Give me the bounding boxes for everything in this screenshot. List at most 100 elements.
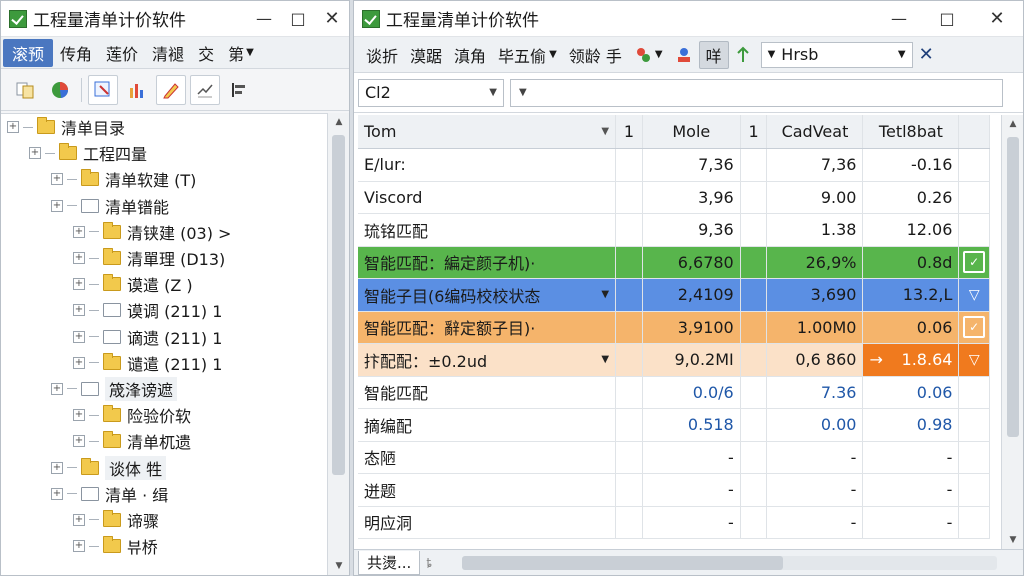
spacer-cell[interactable] (741, 214, 768, 246)
tree-scroll-thumb[interactable] (332, 135, 345, 475)
tree-node[interactable]: + 清单杌遗 (1, 428, 327, 454)
menu-item-1[interactable]: 传角 (53, 39, 99, 67)
total-cell[interactable]: 0.26 (863, 181, 960, 213)
spacer-cell[interactable] (616, 279, 643, 311)
bar-chart-icon[interactable] (122, 75, 152, 105)
toolbar-item-3[interactable]: 毕五偷 ▼ (492, 41, 563, 69)
spacer-cell[interactable] (741, 181, 768, 213)
expand-status-icon[interactable]: ▽ (959, 279, 990, 311)
total-cell[interactable]: - (863, 474, 960, 506)
item-name-cell[interactable]: 抃配配：±0.2ud ▼ (358, 344, 617, 376)
expand-toggle-icon[interactable]: + (73, 409, 85, 422)
tree-node[interactable]: + 谟调 (211) 1 (1, 297, 327, 323)
column-header[interactable]: Tom ▼ (358, 115, 617, 148)
spacer-cell[interactable] (616, 181, 643, 213)
spacer-cell[interactable] (616, 376, 643, 408)
spacer-cell[interactable] (741, 506, 768, 538)
select-arrow-icon[interactable] (88, 74, 118, 105)
grid-scrollbar[interactable]: ▲ ▼ (1001, 115, 1023, 549)
tree-node[interactable]: + 清單理 (D13) (1, 245, 327, 271)
spacer-cell[interactable] (741, 474, 768, 506)
tree-node[interactable]: + 뷰桥 (1, 533, 327, 559)
total-cell[interactable]: → 1.8.64 (863, 344, 960, 376)
menu-item-5[interactable]: 第 ▼ (221, 39, 261, 67)
item-name-cell[interactable]: 智能匹配：編定颜子机)· (358, 246, 617, 278)
unit-price-cell[interactable]: - (767, 506, 864, 538)
scroll-down-arrow-icon[interactable]: ▼ (1002, 535, 1023, 545)
item-name-cell[interactable]: 态陋 (358, 441, 617, 473)
table-row[interactable]: 摘编配 0.518 0.00 0.98 (358, 409, 990, 442)
tree-node[interactable]: + 筬浲谤遮 (1, 376, 327, 402)
spacer-cell[interactable] (741, 279, 768, 311)
tree-node[interactable]: + 清单镨能 (1, 193, 327, 219)
quantity-cell[interactable]: 3,9100 (643, 311, 741, 343)
menu-item-2[interactable]: 莲价 (99, 39, 145, 67)
expand-toggle-icon[interactable]: + (73, 513, 85, 526)
spacer-cell[interactable] (616, 409, 643, 441)
total-cell[interactable]: -0.16 (863, 149, 960, 181)
pie-chart-icon[interactable] (45, 75, 75, 105)
tree-node[interactable]: + 谟遣 (Z ) (1, 271, 327, 297)
tree-node[interactable]: + 险验价软 (1, 402, 327, 428)
expand-toggle-icon[interactable]: + (51, 199, 63, 212)
total-cell[interactable]: 12.06 (863, 214, 960, 246)
scroll-down-arrow-icon[interactable]: ▼ (328, 561, 349, 571)
spacer-cell[interactable] (616, 344, 643, 376)
table-row[interactable]: 态陋 - - - (358, 441, 990, 474)
total-cell[interactable]: 13.2,L (863, 279, 960, 311)
cell-reference-box[interactable]: Cl2 ▼ (358, 78, 504, 107)
spacer-cell[interactable] (741, 376, 768, 408)
menu-item-0[interactable]: 滚预 (3, 38, 54, 67)
column-header[interactable]: 1 (741, 115, 768, 148)
spacer-cell[interactable] (741, 246, 768, 278)
unit-price-cell[interactable]: 26,9% (767, 246, 864, 278)
column-header[interactable]: 1 (616, 115, 643, 148)
tree-node[interactable]: + 清单 · 缉 (1, 481, 327, 507)
spacer-cell[interactable] (741, 149, 768, 181)
quantity-cell[interactable]: 9,36 (643, 214, 741, 246)
spacer-cell[interactable] (616, 441, 643, 473)
quantity-cell[interactable]: - (643, 506, 741, 538)
toolbar-item-1[interactable]: 漠踞 (404, 41, 448, 69)
item-name-cell[interactable]: 明应洞 (358, 506, 617, 538)
spacer-cell[interactable] (741, 441, 768, 473)
item-name-cell[interactable]: E/lur: (358, 149, 617, 181)
grid-scroll-thumb[interactable] (1007, 137, 1019, 437)
tree-node[interactable]: + 谴遣 (211) 1 (1, 350, 327, 376)
close-button[interactable]: ✕ (315, 1, 349, 37)
tree-node[interactable]: + 工程四量 (1, 140, 327, 166)
maximize-button[interactable]: □ (923, 1, 971, 37)
expand-toggle-icon[interactable]: + (73, 330, 85, 343)
unit-price-cell[interactable]: - (767, 441, 864, 473)
unit-price-cell[interactable]: 0,6 860 (767, 344, 864, 376)
copy-tree-icon[interactable] (11, 75, 41, 105)
table-row[interactable]: 智能匹配：編定颜子机)· 6,6780 26,9% 0.8d ✓ (358, 246, 990, 279)
tree-scrollbar[interactable]: ▲ ▼ (327, 113, 349, 575)
unit-price-cell[interactable]: 9.00 (767, 181, 864, 213)
table-row[interactable]: 抃配配：±0.2ud ▼ 9,0.2MI 0,6 860 → 1.8.64 ▽ (358, 344, 990, 377)
column-header[interactable]: CadVeat (767, 115, 864, 148)
table-row[interactable]: 智能匹配 0.0/6 7.36 0.06 (358, 376, 990, 409)
quantity-cell[interactable]: 9,0.2MI (643, 344, 741, 376)
item-name-cell[interactable]: 智能匹配 (358, 376, 617, 408)
pressed-tool-button[interactable]: 咩 (698, 40, 729, 69)
unit-price-cell[interactable]: 0.00 (767, 409, 864, 441)
expand-toggle-icon[interactable]: + (73, 356, 85, 369)
formula-input[interactable]: ▼ (510, 78, 1003, 107)
align-left-icon[interactable] (224, 75, 254, 105)
chevron-down-icon[interactable]: ▼ (601, 354, 609, 365)
table-row[interactable]: 琉铭匹配 9,36 1.38 12.06 (358, 214, 990, 247)
scroll-up-arrow-icon[interactable]: ▲ (1002, 119, 1023, 129)
tree-node[interactable]: + 清单软建 (T) (1, 166, 327, 192)
h-scroll-thumb[interactable] (462, 555, 784, 570)
expand-toggle-icon[interactable]: + (73, 540, 85, 553)
trend-line-icon[interactable] (190, 74, 220, 105)
menu-item-3[interactable]: 清褪 (145, 39, 191, 67)
tree-node[interactable]: + 谛骤 (1, 507, 327, 533)
expand-toggle-icon[interactable]: + (51, 173, 63, 186)
quantity-cell[interactable]: - (643, 441, 741, 473)
tree-node[interactable]: + 清铗建 (03) > (1, 219, 327, 245)
sheet-tab[interactable]: 共燙... (358, 550, 421, 575)
sort-dropdown-icon[interactable]: ▼ (601, 126, 609, 137)
column-header[interactable]: Mole (643, 115, 741, 148)
